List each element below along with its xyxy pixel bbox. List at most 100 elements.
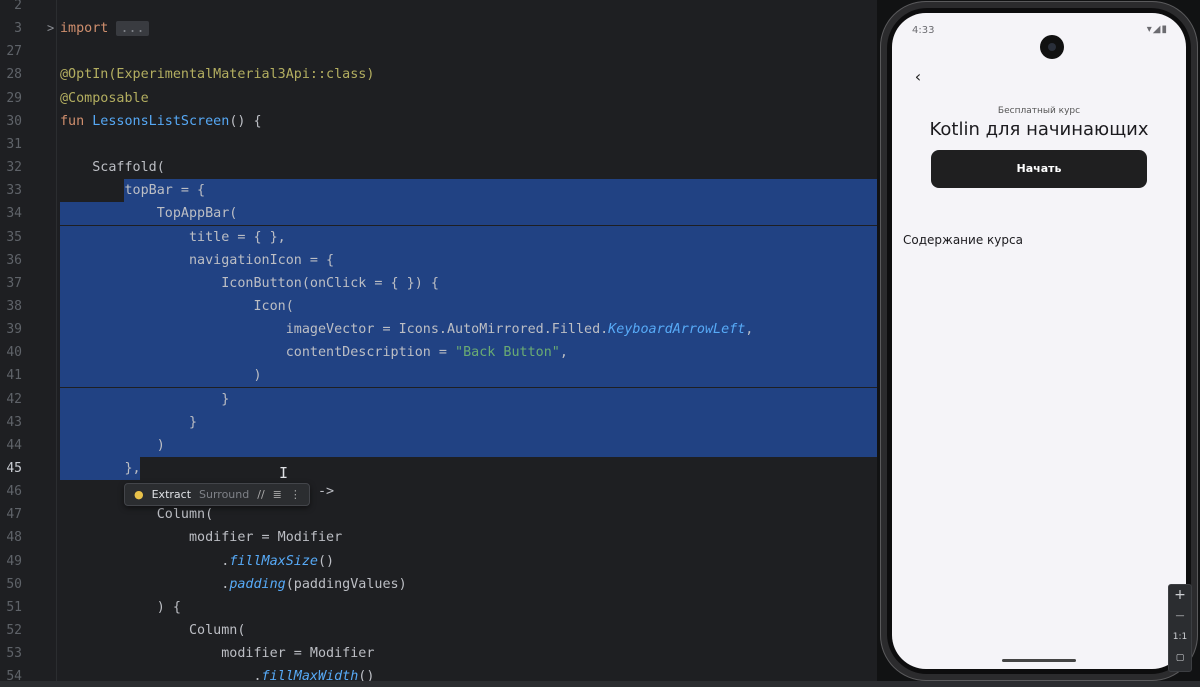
code-text[interactable]: contentDescription = "Back Button", xyxy=(60,341,568,364)
line-number: 40 xyxy=(6,345,22,361)
code-text[interactable]: Column( xyxy=(60,619,245,642)
code-line[interactable]: 52 Column( xyxy=(0,619,877,642)
code-text[interactable]: modifier = Modifier xyxy=(60,526,342,549)
code-line[interactable]: 38 Icon( xyxy=(0,294,877,318)
code-line[interactable]: 32 Scaffold( xyxy=(0,156,877,179)
code-text[interactable]: imageVector = Icons.AutoMirrored.Filled.… xyxy=(60,318,754,341)
line-number: 30 xyxy=(6,113,22,129)
code-text[interactable]: fun LessonsListScreen() { xyxy=(60,110,262,133)
line-number: 2 xyxy=(14,0,22,13)
code-line[interactable]: 36 navigationIcon = { xyxy=(0,248,877,272)
code-line[interactable]: 50 .padding(paddingValues) xyxy=(0,573,877,596)
code-editor[interactable]: 2 3 > import ... 27 28 @OptIn(ExperimentalMate… xyxy=(0,0,877,687)
code-text[interactable]: Column( xyxy=(60,503,213,526)
back-arrow-icon[interactable]: ‹ xyxy=(906,65,930,89)
code-line[interactable]: 45 }, xyxy=(0,457,877,480)
code-token: () { xyxy=(229,113,262,129)
zoom-out-button[interactable]: — xyxy=(1169,606,1191,627)
code-line[interactable]: 51 ) { xyxy=(0,596,877,619)
code-text[interactable]: @OptIn(ExperimentalMaterial3Api::class) xyxy=(60,63,374,86)
zoom-in-button[interactable]: + xyxy=(1169,585,1191,606)
zoom-controls[interactable]: + — 1:1 ▢ xyxy=(1168,584,1192,672)
code-line[interactable]: 2 xyxy=(0,0,877,17)
code-text[interactable]: Scaffold( xyxy=(60,156,165,179)
line-number: 35 xyxy=(6,229,22,245)
zoom-ratio-button[interactable]: 1:1 xyxy=(1169,627,1191,648)
code-text[interactable]: .padding(paddingValues) xyxy=(60,573,406,596)
code-text[interactable]: navigationIcon = { xyxy=(60,249,334,272)
code-line[interactable]: 39 imageVector = Icons.AutoMirrored.Fill… xyxy=(0,318,877,342)
intention-popup[interactable]: ● Extract Surround // ≣ ⋮ xyxy=(124,483,310,506)
code-line[interactable]: 49 .fillMaxSize() xyxy=(0,550,877,573)
line-number: 37 xyxy=(6,275,22,291)
line-number: 31 xyxy=(6,136,22,152)
more-options-icon[interactable]: ⋮ xyxy=(290,488,301,501)
code-token: . xyxy=(60,576,230,592)
code-line[interactable]: 35 title = { }, xyxy=(0,225,877,249)
code-line[interactable]: 33 topBar = { xyxy=(0,179,877,203)
code-text[interactable]: import ... xyxy=(60,17,149,40)
line-number: 3 xyxy=(14,21,22,37)
line-number: 33 xyxy=(6,183,22,199)
reformat-icon[interactable]: ≣ xyxy=(273,488,282,501)
code-text[interactable]: }, xyxy=(60,457,140,480)
code-token: , xyxy=(559,345,568,361)
code-text[interactable]: ) xyxy=(60,434,165,457)
line-number: 49 xyxy=(6,553,22,569)
home-indicator[interactable] xyxy=(1002,659,1076,662)
code-token: modifier = Modifier xyxy=(60,646,375,662)
code-line[interactable]: 34 TopAppBar( xyxy=(0,202,877,226)
code-token: imageVector = Icons.AutoMirrored.Filled. xyxy=(60,322,609,338)
line-number: 51 xyxy=(6,599,22,615)
phone-screen[interactable]: 4:33 ▾◢▮ ‹ Бесплатный курс Kotlin для на… xyxy=(892,13,1186,669)
code-line[interactable]: 44 ) xyxy=(0,433,877,457)
code-text[interactable]: } xyxy=(60,411,197,434)
code-line[interactable]: 53 modifier = Modifier xyxy=(0,642,877,665)
code-text[interactable]: IconButton(onClick = { }) { xyxy=(60,272,439,295)
extract-action[interactable]: Extract xyxy=(152,488,191,501)
code-token: @OptIn(ExperimentalMaterial3Api::class) xyxy=(60,67,375,83)
code-token: TopAppBar( xyxy=(60,206,238,222)
code-token: KeyboardArrowLeft xyxy=(608,322,746,338)
line-number: 36 xyxy=(6,252,22,268)
code-token: LessonsListScreen xyxy=(92,113,230,129)
course-subtitle: Бесплатный курс xyxy=(997,106,1081,116)
code-text[interactable]: } xyxy=(60,388,229,411)
code-line[interactable]: 40 contentDescription = "Back Button", xyxy=(0,341,877,365)
code-text[interactable]: title = { }, xyxy=(60,226,286,249)
line-number: 42 xyxy=(6,391,22,407)
code-line[interactable]: 43 } xyxy=(0,410,877,434)
start-button[interactable]: Начать xyxy=(931,150,1147,188)
code-line[interactable]: 31 xyxy=(0,133,877,156)
code-token: fun xyxy=(60,113,93,129)
code-token: ) xyxy=(60,437,165,453)
comment-icon[interactable]: // xyxy=(257,488,264,501)
code-line[interactable]: 27 xyxy=(0,40,877,63)
code-text[interactable]: .fillMaxSize() xyxy=(60,550,334,573)
lightbulb-icon[interactable]: ● xyxy=(134,488,144,501)
code-line[interactable]: 30 fun LessonsListScreen() { xyxy=(0,110,877,133)
fold-chevron-icon[interactable]: > xyxy=(47,17,54,40)
surround-action[interactable]: Surround xyxy=(199,488,249,501)
fit-screen-icon[interactable]: ▢ xyxy=(1169,648,1191,669)
code-text[interactable]: @Composable xyxy=(60,87,149,110)
line-number: 27 xyxy=(6,44,22,60)
code-line[interactable]: 3 > import ... xyxy=(0,17,877,40)
code-text[interactable]: ) { xyxy=(60,596,181,619)
code-line[interactable]: 29 @Composable xyxy=(0,87,877,110)
code-token: Column( xyxy=(60,623,246,639)
code-token: contentDescription = xyxy=(60,345,456,361)
code-text[interactable]: topBar = { xyxy=(60,179,205,202)
code-text[interactable]: TopAppBar( xyxy=(60,202,238,225)
code-line[interactable]: 28 @OptIn(ExperimentalMaterial3Api::class… xyxy=(0,63,877,86)
code-line[interactable]: 42 } xyxy=(0,387,877,411)
code-line[interactable]: 41 ) xyxy=(0,364,877,388)
code-text[interactable]: modifier = Modifier xyxy=(60,642,374,665)
code-line[interactable]: 37 IconButton(onClick = { }) { xyxy=(0,271,877,295)
code-text[interactable]: Icon( xyxy=(60,295,293,318)
code-token: topBar = { xyxy=(60,183,206,199)
code-token: fillMaxSize xyxy=(229,553,318,569)
code-line[interactable]: 47 Column( xyxy=(0,503,877,526)
code-text[interactable]: ) xyxy=(60,364,261,387)
code-line[interactable]: 48 modifier = Modifier xyxy=(0,526,877,549)
